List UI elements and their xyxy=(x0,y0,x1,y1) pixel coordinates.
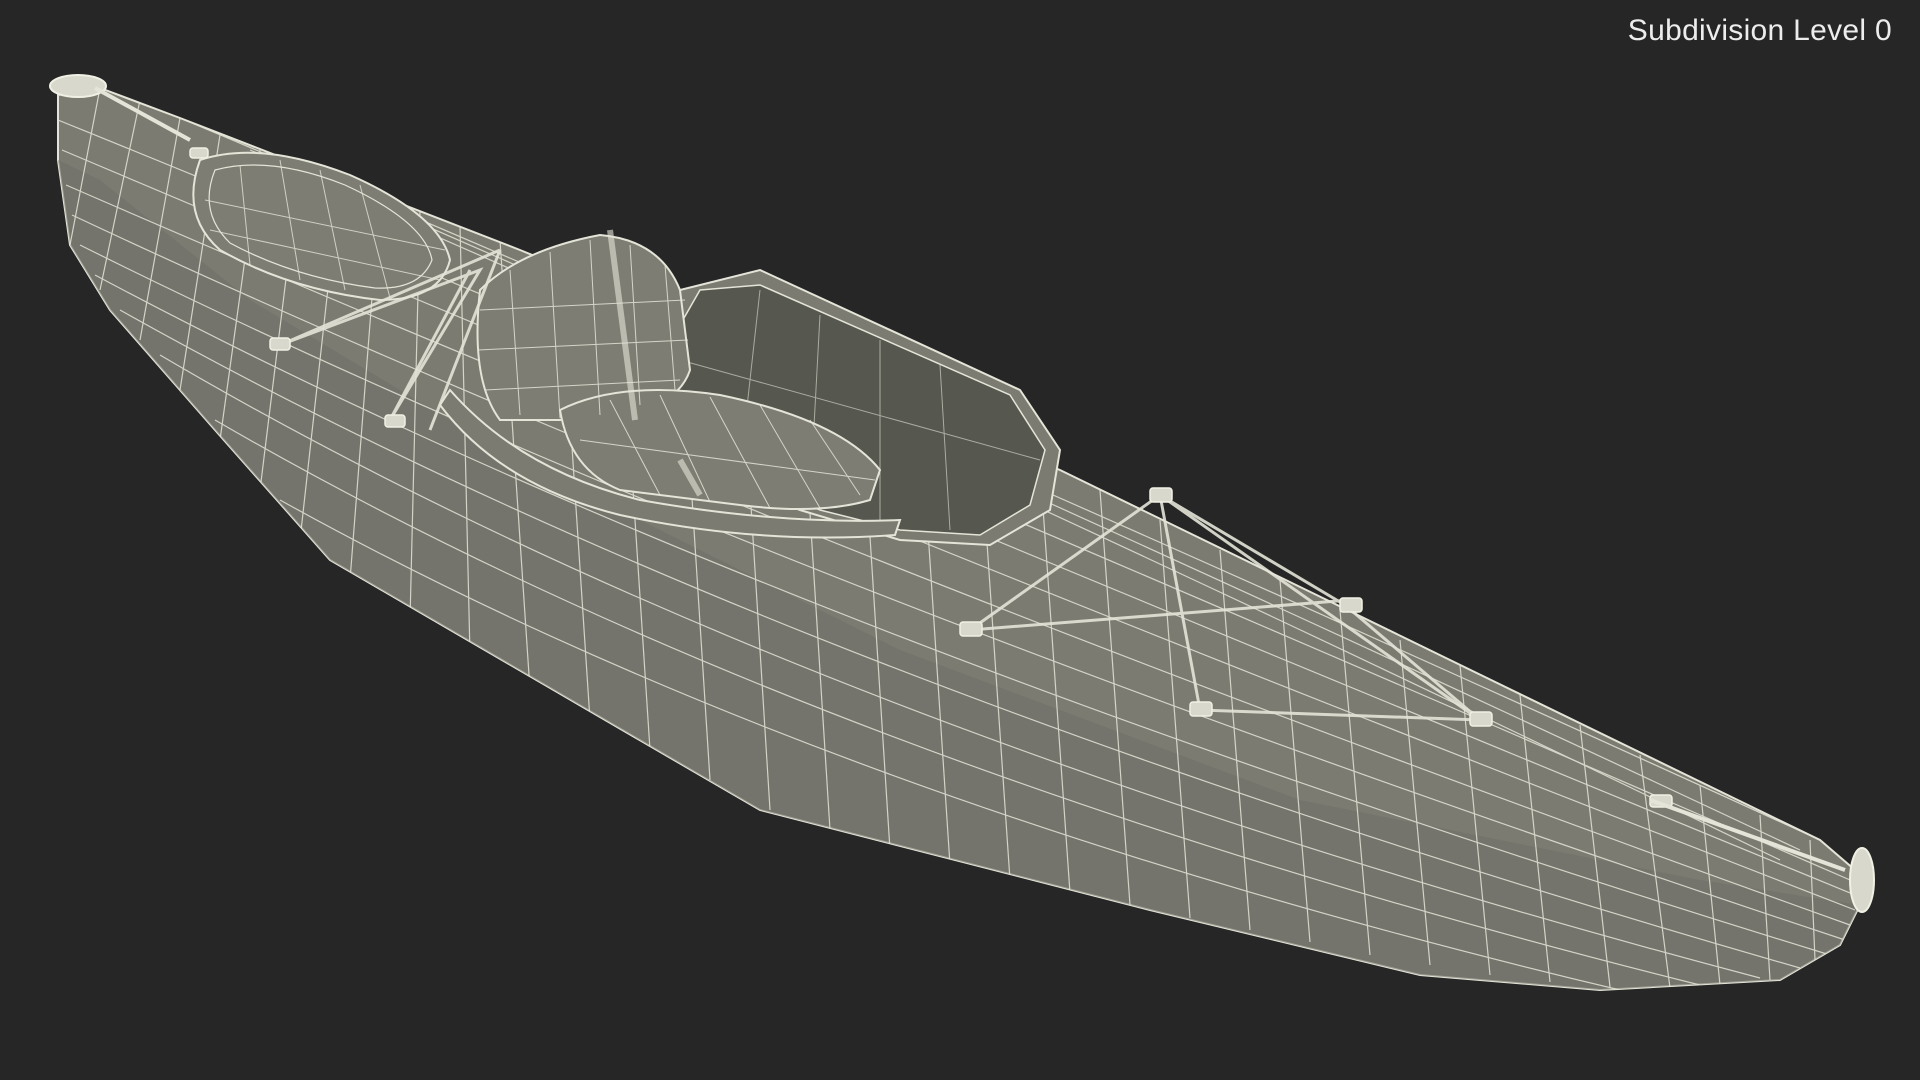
render-viewport: Subdivision Level 0 xyxy=(0,0,1920,1080)
kayak-render xyxy=(49,74,1875,992)
